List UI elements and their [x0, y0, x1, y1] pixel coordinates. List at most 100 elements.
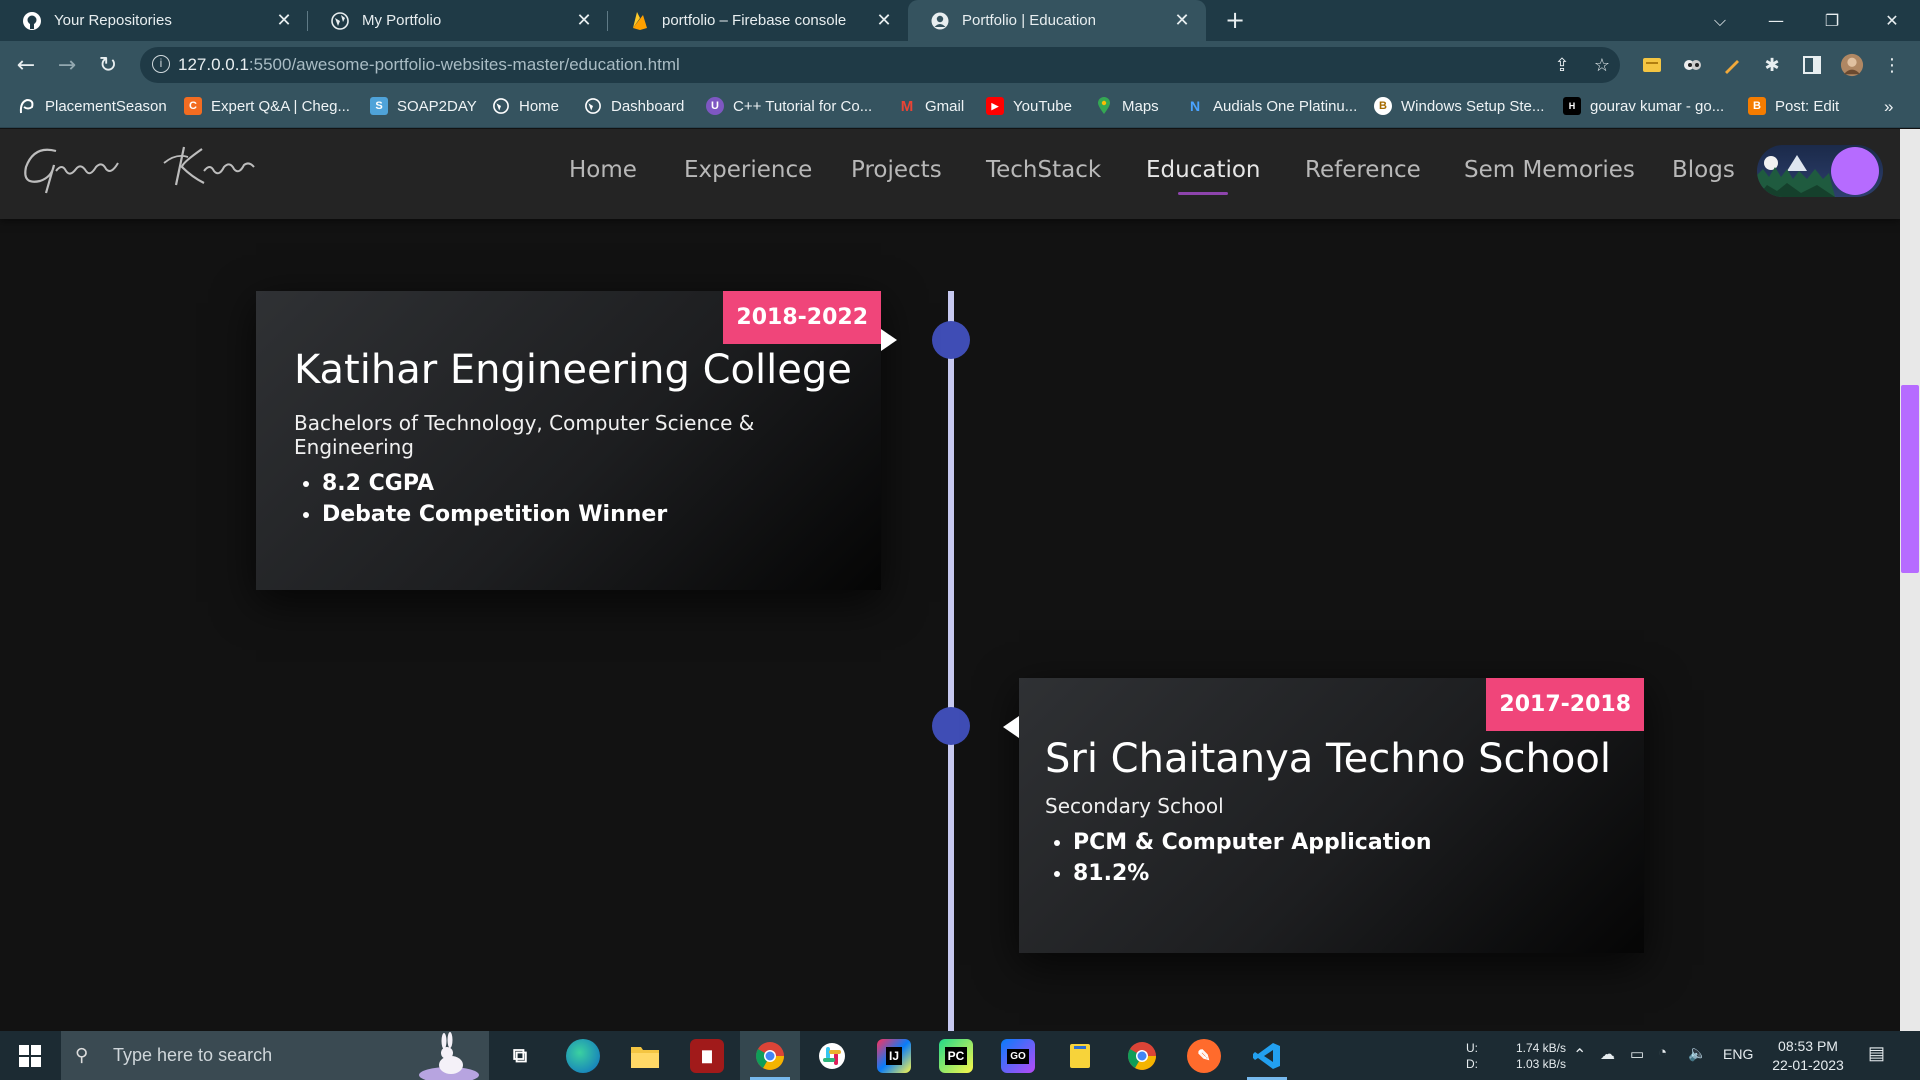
taskbar-search-box[interactable]: ⚲ Type here to search [61, 1031, 489, 1080]
tab-firebase-console[interactable]: portfolio – Firebase console ✕ [608, 0, 908, 41]
bookmark-audials[interactable]: N Audials One Platinu... [1186, 97, 1357, 115]
extension-eyes-icon[interactable] [1680, 53, 1704, 77]
back-button[interactable]: ← [10, 49, 42, 81]
tab-my-portfolio[interactable]: My Portfolio ✕ [308, 0, 608, 41]
wifi-icon[interactable]: ◔ [1658, 1044, 1667, 1061]
restore-button[interactable]: ❐ [1804, 0, 1860, 41]
nav-education[interactable]: Education [1146, 157, 1261, 183]
battery-icon[interactable]: ▭ [1630, 1045, 1644, 1063]
close-icon[interactable]: ✕ [274, 10, 294, 31]
language-indicator[interactable]: ENG [1723, 1046, 1753, 1062]
postman-icon[interactable]: ✎ [1187, 1039, 1221, 1073]
toggle-knob [1831, 147, 1879, 195]
close-icon[interactable]: ✕ [574, 10, 594, 31]
pycharm-icon[interactable]: PC [939, 1039, 973, 1073]
reload-button[interactable]: ↻ [92, 49, 124, 81]
edge-icon[interactable] [566, 1039, 600, 1073]
download-label: D: [1466, 1057, 1478, 1071]
close-icon[interactable]: ✕ [874, 10, 894, 31]
tab-label: Portfolio | Education [962, 12, 1096, 29]
volume-icon[interactable]: 🔈 [1688, 1044, 1707, 1062]
bookmark-maps[interactable]: Maps [1095, 97, 1159, 115]
extensions-puzzle-icon[interactable]: ✱ [1760, 53, 1784, 77]
theme-toggle[interactable] [1757, 145, 1883, 197]
slack-icon[interactable] [815, 1039, 849, 1073]
chrome-profile-icon[interactable] [1125, 1039, 1159, 1073]
windows-start-button[interactable] [0, 1031, 60, 1080]
bookmark-label: Maps [1122, 97, 1159, 115]
bookmark-soap2day[interactable]: S SOAP2DAY [370, 97, 477, 115]
bookmarks-bar: PlacementSeason C Expert Q&A | Cheg... SS… [0, 88, 1920, 128]
app-red-icon[interactable]: ▇ [690, 1039, 724, 1073]
bookmark-cpp-tutorial[interactable]: U C++ Tutorial for Co... [706, 97, 872, 115]
nav-sem-memories[interactable]: Sem Memories [1464, 157, 1635, 183]
tab-search-chevron-icon[interactable]: ⌵ [1692, 0, 1748, 41]
new-tab-button[interactable]: + [1220, 6, 1250, 34]
extension-note-icon[interactable] [1640, 53, 1664, 77]
bookmark-label: SOAP2DAY [397, 97, 477, 115]
forward-button[interactable]: → [51, 49, 83, 81]
bookmark-windows-setup[interactable]: B Windows Setup Ste... [1374, 97, 1544, 115]
nav-blogs[interactable]: Blogs [1672, 157, 1735, 183]
bookmark-label: Home [519, 97, 560, 115]
upload-speed: 1.74 kB/s [1515, 1041, 1566, 1055]
share-icon[interactable]: ⇪ [1550, 53, 1574, 77]
url-text[interactable]: 127.0.0.1:5500/awesome-portfolio-website… [178, 55, 680, 75]
profile-avatar-icon[interactable] [1840, 53, 1864, 77]
bookmark-placementseason[interactable]: PlacementSeason [18, 97, 167, 115]
bookmark-label: Expert Q&A | Cheg... [211, 97, 350, 115]
tab-your-repositories[interactable]: Your Repositories ✕ [0, 0, 308, 41]
nav-techstack[interactable]: TechStack [986, 157, 1101, 183]
list-item: 81.2% [1073, 861, 1432, 886]
bookmark-home[interactable]: Home [492, 97, 559, 115]
info-icon[interactable]: i [152, 55, 170, 73]
bookmark-chegg[interactable]: C Expert Q&A | Cheg... [184, 97, 350, 115]
bookmark-dashboard[interactable]: Dashboard [584, 97, 684, 115]
task-view-icon[interactable]: ⧉ [503, 1039, 537, 1073]
bookmarks-overflow-button[interactable]: » [1884, 97, 1893, 117]
side-panel-icon[interactable] [1800, 53, 1824, 77]
bookmark-label: Windows Setup Ste... [1401, 97, 1545, 115]
close-window-button[interactable]: ✕ [1864, 0, 1920, 41]
minimize-button[interactable]: — [1748, 0, 1804, 41]
tab-label: portfolio – Firebase console [662, 12, 847, 29]
file-explorer-icon[interactable] [628, 1039, 662, 1073]
sticky-notes-icon[interactable] [1063, 1039, 1097, 1073]
url-host: 127.0.0.1 [178, 55, 249, 74]
vscode-icon[interactable] [1250, 1039, 1284, 1073]
tab-label: Your Repositories [54, 12, 172, 29]
bookmark-star-icon[interactable]: ☆ [1590, 53, 1614, 77]
onedrive-icon[interactable]: ☁ [1600, 1045, 1615, 1063]
goland-icon[interactable]: GO [1001, 1039, 1035, 1073]
year-badge: 2017-2018 [1486, 678, 1644, 731]
chrome-icon[interactable] [753, 1039, 787, 1073]
extension-pen-icon[interactable] [1720, 53, 1744, 77]
tab-portfolio-education[interactable]: Portfolio | Education ✕ [908, 0, 1206, 41]
bookmark-blogger-post-edit[interactable]: B Post: Edit [1748, 97, 1839, 115]
url-path: :5500/awesome-portfolio-websites-master/… [248, 55, 680, 74]
education-card-college: 2018-2022 Katihar Engineering College Ba… [256, 291, 881, 590]
address-bar[interactable]: i 127.0.0.1:5500/awesome-portfolio-websi… [140, 47, 1620, 83]
windows-setup-icon: B [1374, 97, 1392, 115]
nav-home[interactable]: Home [569, 157, 637, 183]
windows-logo-icon [19, 1044, 41, 1067]
degree-text: Bachelors of Technology, Computer Scienc… [294, 411, 755, 459]
tray-chevron-up-icon[interactable]: ⌃ [1573, 1045, 1586, 1065]
bookmark-youtube[interactable]: ▶ YouTube [986, 97, 1072, 115]
card-pointer-arrow [1003, 716, 1019, 738]
nav-projects[interactable]: Projects [851, 157, 942, 183]
menu-kebab-icon[interactable]: ⋮ [1880, 53, 1904, 77]
clock[interactable]: 08:53 PM 22-01-2023 [1770, 1037, 1846, 1075]
nav-experience[interactable]: Experience [684, 157, 812, 183]
page-scrollbar-track[interactable] [1900, 129, 1920, 1031]
notification-center-icon[interactable]: ▤ [1868, 1043, 1885, 1064]
net-speed-labels: U: D: [1466, 1040, 1478, 1072]
page-scrollbar-thumb[interactable] [1901, 385, 1919, 573]
bookmark-gmail[interactable]: M Gmail [898, 97, 964, 115]
nav-reference[interactable]: Reference [1305, 157, 1421, 183]
download-speed: 1.03 kB/s [1515, 1057, 1566, 1071]
signature-logo[interactable] [16, 137, 266, 201]
intellij-icon[interactable]: IJ [877, 1039, 911, 1073]
bookmark-hashnode[interactable]: Hgourav kumar - go... [1563, 97, 1724, 115]
close-icon[interactable]: ✕ [1172, 10, 1192, 31]
